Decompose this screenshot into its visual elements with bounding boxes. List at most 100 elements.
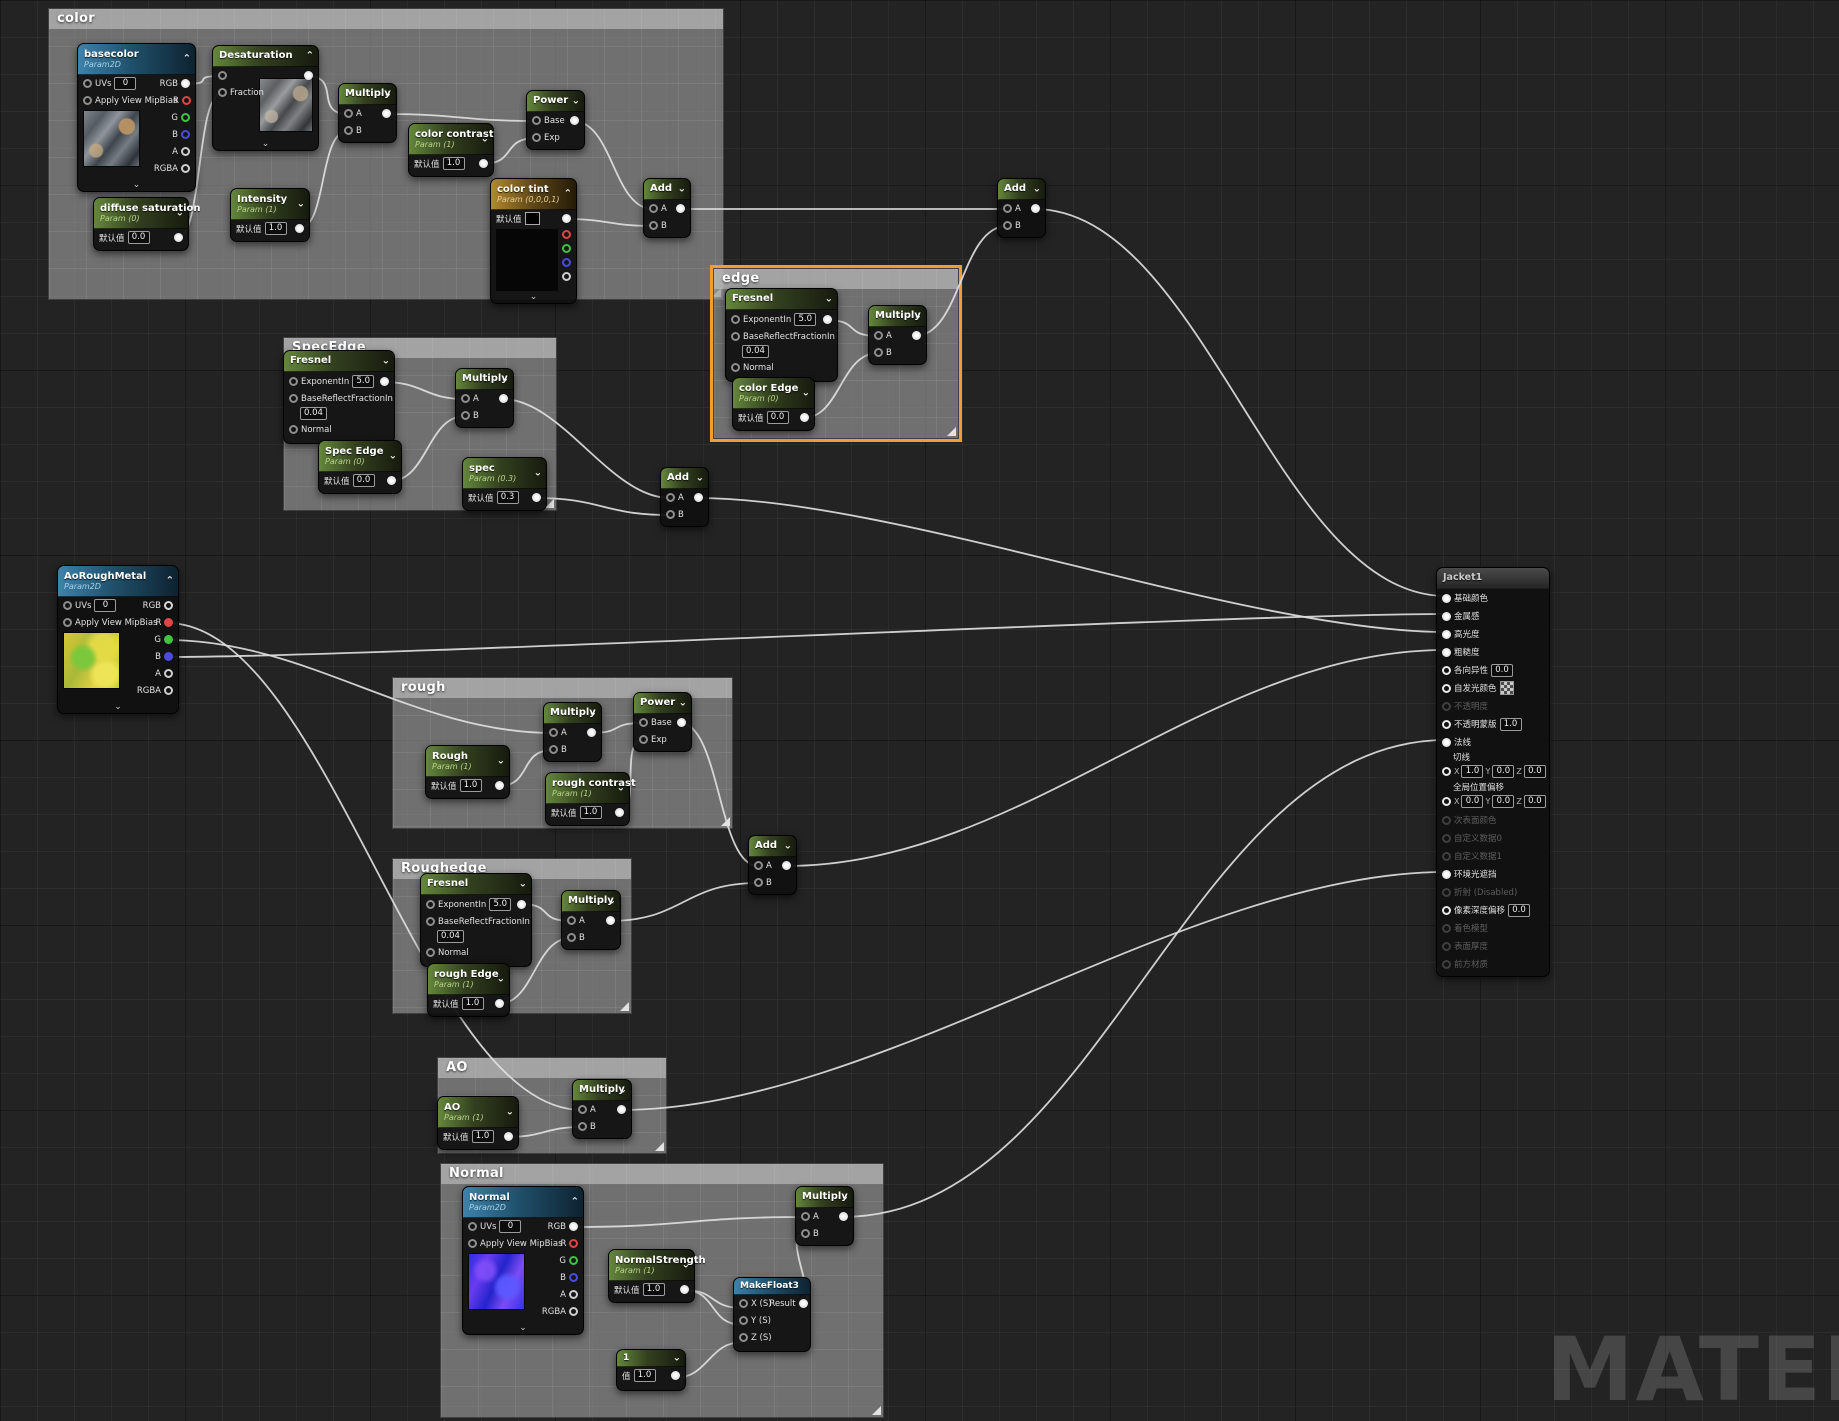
node-jacket1-pin-17l0[interactable] [1442,887,1451,897]
node-fresnel-edge-pin-0l0[interactable] [731,315,740,324]
node-power-rough-pin-0r0[interactable] [677,718,686,727]
node-mult-normal-pin-1l0[interactable] [801,1229,810,1238]
node-makefloat3-pin-2l0[interactable] [739,1333,748,1342]
node-jacket1-pin-8l0[interactable] [1442,737,1451,747]
node-normal-tex-pin-0r1[interactable] [569,1222,578,1231]
node-aoroughmetal-pin-2r1[interactable] [164,635,173,644]
node-const-one-header[interactable]: 1 ⌄ [617,1350,685,1367]
node-fresnel-edge-value-box[interactable]: 5.0 [794,313,817,326]
node-color-edge[interactable]: color Edge Param (0) ⌄ 默认值 0.0 [732,377,815,431]
node-add-top-pin-1l0[interactable] [1003,221,1012,230]
node-mult-spec[interactable]: Multiply ⌄ A B [455,368,514,428]
node-mult-roughedge[interactable]: Multiply ⌄ A B [561,890,621,950]
node-fresnel-rough-pin-3l0[interactable] [426,948,435,957]
chevron-down-icon[interactable]: ⌄ [589,708,597,719]
node-color-contrast-header[interactable]: color contrast Param (1) ⌄ [409,124,494,155]
chevron-up-icon[interactable]: ⌃ [564,189,572,200]
node-color-edge-value-box[interactable]: 0.0 [766,411,789,424]
node-mult-color-header[interactable]: Multiply ⌄ [339,84,396,105]
node-fresnel-edge-value-box[interactable]: 0.04 [742,345,769,358]
node-mult-ao-header[interactable]: Multiply ⌄ [573,1080,631,1101]
node-normal-tex-pin-1r1[interactable] [569,1239,579,1248]
node-rough-edge-value-box[interactable]: 1.0 [461,997,484,1010]
node-jacket1-value-box[interactable]: 0.0 [1523,795,1546,808]
node-diffuse-saturation[interactable]: diffuse saturation Param (0) ⌄ 默认值 0.0 [93,197,201,251]
node-jacket1-pin-7l0[interactable] [1442,719,1451,729]
node-fresnel-rough-pin-0r0[interactable] [517,900,526,909]
node-fresnel-edge[interactable]: Fresnel ⌄ ExponentIn 5.0 BaseReflectFraction… [725,288,838,382]
node-fresnel-spec-pin-3l0[interactable] [289,425,298,434]
node-intensity[interactable]: Intensity Param (1) ⌄ 默认值 1.0 [230,188,310,242]
node-aoroughmetal-pin-5r1[interactable] [164,686,173,695]
node-makefloat3[interactable]: MakeFloat3 X (S) Result Y (S) Z (S) [733,1277,811,1352]
node-add-rough-pin-0r0[interactable] [782,861,791,870]
node-aoroughmetal-pin-3r1[interactable] [164,652,173,661]
node-add-top-pin-0r0[interactable] [1031,204,1040,213]
node-basecolor-value-box[interactable]: 0 [114,77,137,90]
node-basecolor-pin-2r1[interactable] [181,113,190,122]
node-jacket1-pin-6l0[interactable] [1442,701,1451,711]
node-mult-ao-pin-0r0[interactable] [617,1105,626,1114]
node-normal-strength[interactable]: NormalStrength Param (1) ⌄ 默认值 1.0 [608,1249,706,1303]
node-desaturation-pin-0r0[interactable] [304,71,313,80]
node-mult-normal-pin-0l0[interactable] [801,1212,810,1221]
chevron-down-icon[interactable]: ⌄ [784,841,792,852]
chevron-down-icon[interactable]: ⌄ [519,879,527,890]
node-fresnel-rough[interactable]: Fresnel ⌄ ExponentIn 5.0 BaseReflectFraction… [420,873,532,967]
node-spec-edge-value-box[interactable]: 0.0 [352,474,375,487]
chevron-down-icon[interactable]: ⌄ [802,388,810,399]
resize-handle-icon[interactable] [620,1002,629,1011]
node-desaturation-pin-1l0[interactable] [218,88,227,97]
node-add-rough[interactable]: Add ⌄ A B [748,835,797,895]
node-power-rough-pin-0l0[interactable] [639,718,648,727]
node-jacket1-pin-14l0[interactable] [1442,833,1451,843]
node-jacket1-header[interactable]: Jacket1 [1437,568,1549,589]
node-color-contrast[interactable]: color contrast Param (1) ⌄ 默认值 1.0 [408,123,494,177]
node-makefloat3-pin-1l0[interactable] [739,1316,748,1325]
chevron-down-icon[interactable]: ⌄ [825,294,833,305]
node-makefloat3-header[interactable]: MakeFloat3 [734,1278,810,1295]
node-jacket1-value-box[interactable]: 1.0 [1499,717,1522,731]
node-rough-edge-header[interactable]: rough Edge Param (1) ⌄ [428,964,509,995]
chevron-down-icon[interactable]: ⌄ [619,1085,627,1096]
node-rough-contrast-pin-0r0[interactable] [615,808,624,817]
node-intensity-pin-0r0[interactable] [295,224,304,233]
node-spec-header[interactable]: spec Param (0.3) ⌄ [463,458,546,489]
chevron-down-icon[interactable]: ⌄ [1033,184,1041,195]
node-jacket1-value-box[interactable]: 1.0 [1461,765,1484,778]
resize-handle-icon[interactable] [655,1142,664,1151]
node-add-spec-pin-1l0[interactable] [666,510,675,519]
node-basecolor-pin-1r1[interactable] [181,96,191,105]
chevron-down-icon[interactable]: ⌄ [481,134,489,145]
node-normal-strength-pin-0r0[interactable] [680,1285,689,1294]
node-add-rough-pin-1l0[interactable] [754,878,763,887]
node-add-color-pin-0l0[interactable] [649,204,658,213]
node-rough-pin-0r0[interactable] [495,781,504,790]
node-mult-edge-pin-0r0[interactable] [912,331,921,340]
node-color-tint-pin-3r0[interactable] [562,257,571,267]
node-spec[interactable]: spec Param (0.3) ⌄ 默认值 0.3 [462,457,547,511]
node-jacket1-pin-3l0[interactable] [1442,647,1451,657]
node-add-top[interactable]: Add ⌄ A B [997,178,1046,238]
node-basecolor-header[interactable]: basecolor Param2D ⌃ [78,44,195,75]
node-aoroughmetal-header[interactable]: AoRoughMetal Param2D ⌃ [58,566,178,597]
node-color-tint-color-swatch[interactable] [524,212,540,225]
node-jacket1-pin-21l0[interactable] [1442,959,1451,969]
chevron-down-icon[interactable]: ⌄ [679,698,687,709]
node-mult-edge[interactable]: Multiply ⌄ A B [868,305,927,365]
node-const-one[interactable]: 1 ⌄ 值 1.0 [616,1349,686,1391]
node-mult-edge-header[interactable]: Multiply ⌄ [869,306,926,327]
chevron-down-icon[interactable]: ⌄ [389,451,397,462]
node-diffuse-saturation-value-box[interactable]: 0.0 [127,231,150,244]
node-color-tint-pin-2r0[interactable] [562,243,571,253]
node-ao-param-header[interactable]: AO Param (1) ⌄ [438,1097,518,1128]
node-mult-edge-pin-0l0[interactable] [874,331,883,340]
node-rough-contrast-header[interactable]: rough contrast Param (1) ⌄ [546,773,636,804]
node-fresnel-spec-header[interactable]: Fresnel ⌄ [284,351,394,372]
chevron-down-icon[interactable]: ⌄ [534,468,542,479]
node-mult-ao[interactable]: Multiply ⌄ A B [572,1079,632,1139]
node-aoroughmetal-pin-4r1[interactable] [164,669,173,678]
chevron-down-icon[interactable]: ⌄ [682,1260,690,1271]
chevron-down-icon[interactable]: ⌄ [213,139,318,150]
node-rough[interactable]: Rough Param (1) ⌄ 默认值 1.0 [425,745,510,799]
